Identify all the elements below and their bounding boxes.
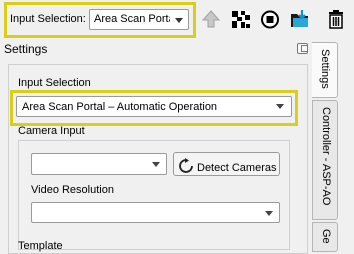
tab-controller-asp-ao[interactable]: Controller - ASP-AO [312,100,338,220]
chevron-down-icon [265,211,273,216]
up-arrow-icon[interactable] [200,8,222,30]
input-selection-group-label: Input Selection [18,77,91,89]
toolbar: Input Selection: Area Scan Portal [0,0,354,40]
float-panel-icon[interactable] [297,43,308,54]
tab-ge-label: Ge [320,229,332,244]
camera-input-label: Camera Input [18,125,85,137]
folder-download-icon[interactable] [289,8,311,30]
chevron-down-icon [175,18,183,23]
detect-cameras-label: Detect Cameras [197,162,277,174]
trash-icon[interactable] [325,8,347,30]
input-selection-value: Area Scan Portal – Automatic Operation [22,101,218,113]
qr-pattern-icon[interactable] [230,8,252,30]
tab-settings[interactable]: Settings [312,42,338,98]
tab-settings-label: Settings [319,49,331,89]
tab-controller-label: Controller - ASP-AO [320,107,332,206]
toolbar-input-selection-label: Input Selection: [10,13,86,25]
tab-ge[interactable]: Ge [312,222,338,252]
toolbar-input-selection-dropdown[interactable]: Area Scan Portal [89,9,189,30]
video-resolution-label: Video Resolution [31,184,114,196]
chevron-down-icon [276,104,284,109]
toolbar-input-selection-value: Area Scan Portal [94,13,170,25]
video-resolution-dropdown[interactable] [31,202,280,223]
detect-cameras-button[interactable]: Detect Cameras [173,152,280,176]
refresh-icon [179,158,193,173]
stop-icon[interactable] [259,8,281,30]
input-selection-dropdown[interactable]: Area Scan Portal – Automatic Operation [16,96,292,117]
chevron-down-icon [152,162,160,167]
template-section-label: Template [18,240,63,252]
settings-panel-title: Settings [4,42,48,56]
camera-select-dropdown[interactable] [31,153,167,175]
